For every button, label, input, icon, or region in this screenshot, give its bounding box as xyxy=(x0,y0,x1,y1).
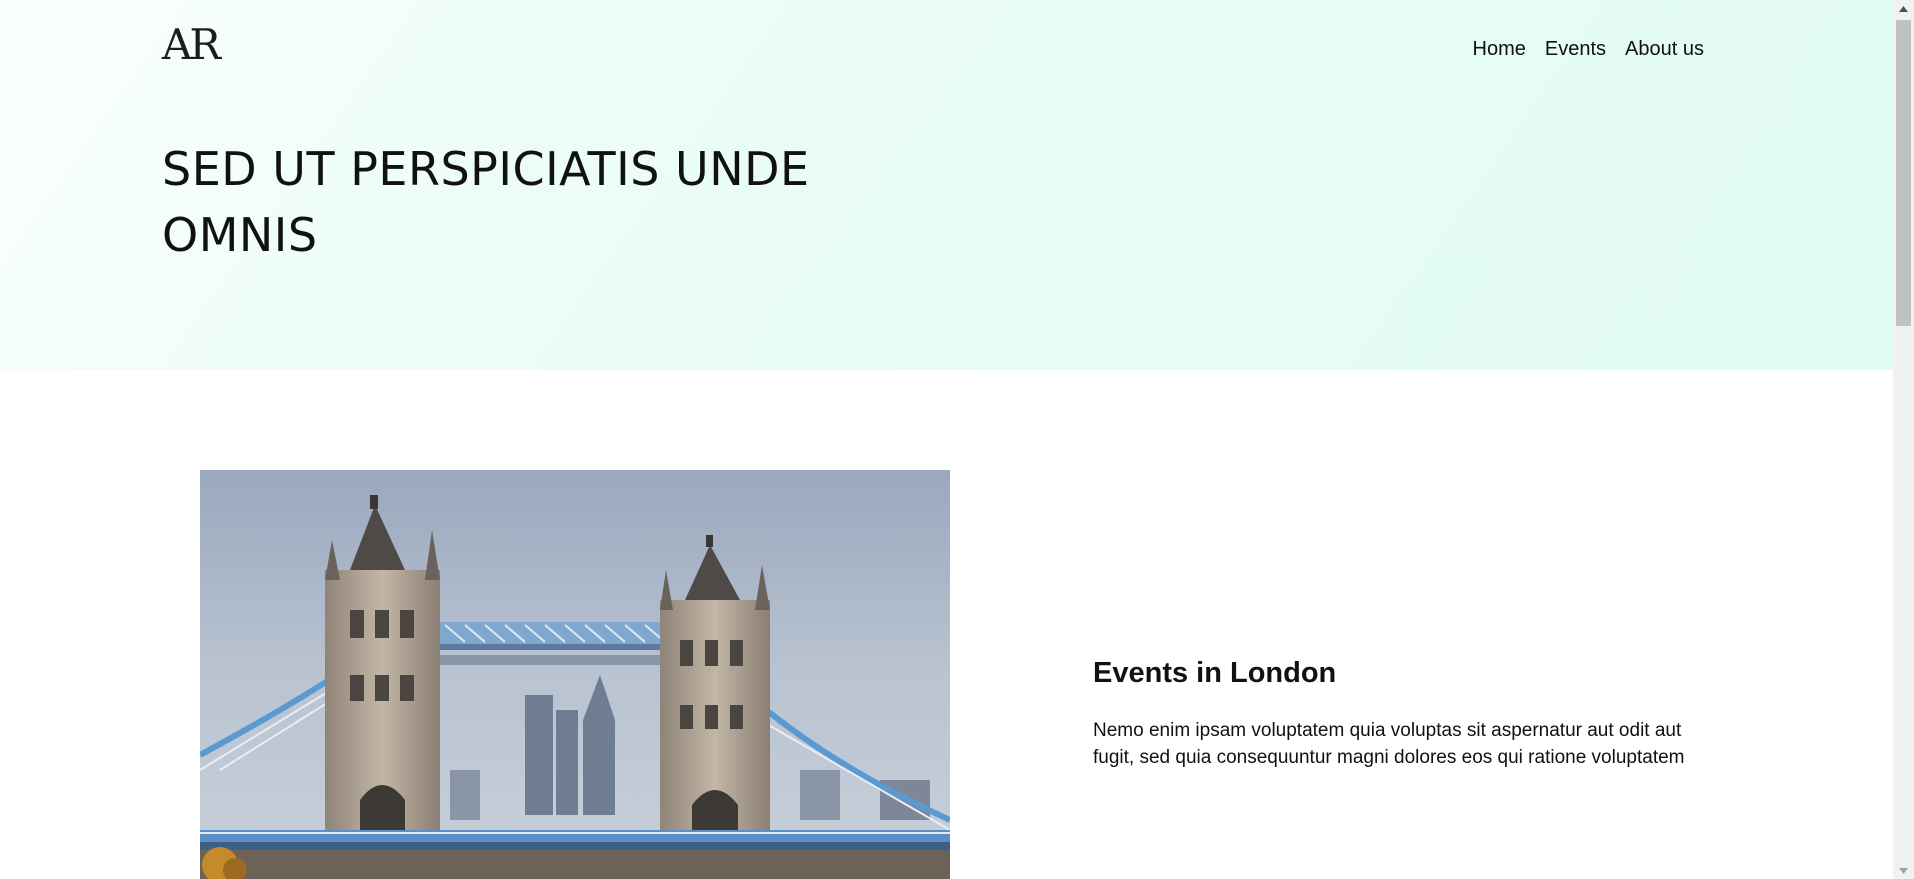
nav-about-us-link[interactable]: About us xyxy=(1625,36,1704,62)
site-logo[interactable]: AR xyxy=(162,24,221,66)
scroll-down-arrow-icon[interactable] xyxy=(1893,862,1914,879)
event-image xyxy=(200,470,950,879)
scroll-up-arrow-icon[interactable] xyxy=(1893,0,1914,17)
main-nav: Home Events About us xyxy=(1473,36,1704,62)
event-title: Events in London xyxy=(1093,657,1337,689)
tower-bridge-illustration xyxy=(200,470,950,879)
event-description: Nemo enim ipsam voluptatem quia voluptas… xyxy=(1093,720,1685,768)
nav-home-link[interactable]: Home xyxy=(1473,36,1526,62)
hero-banner: AR Home Events About us SED UT PERSPICIA… xyxy=(0,0,1893,370)
hero-title: SED UT PERSPICIATIS UNDE OMNIS xyxy=(162,142,810,262)
event-info: Events in London Nemo enim ipsam volupta… xyxy=(1093,654,1693,771)
nav-events-link[interactable]: Events xyxy=(1545,36,1606,62)
scrollbar-thumb[interactable] xyxy=(1896,20,1911,326)
